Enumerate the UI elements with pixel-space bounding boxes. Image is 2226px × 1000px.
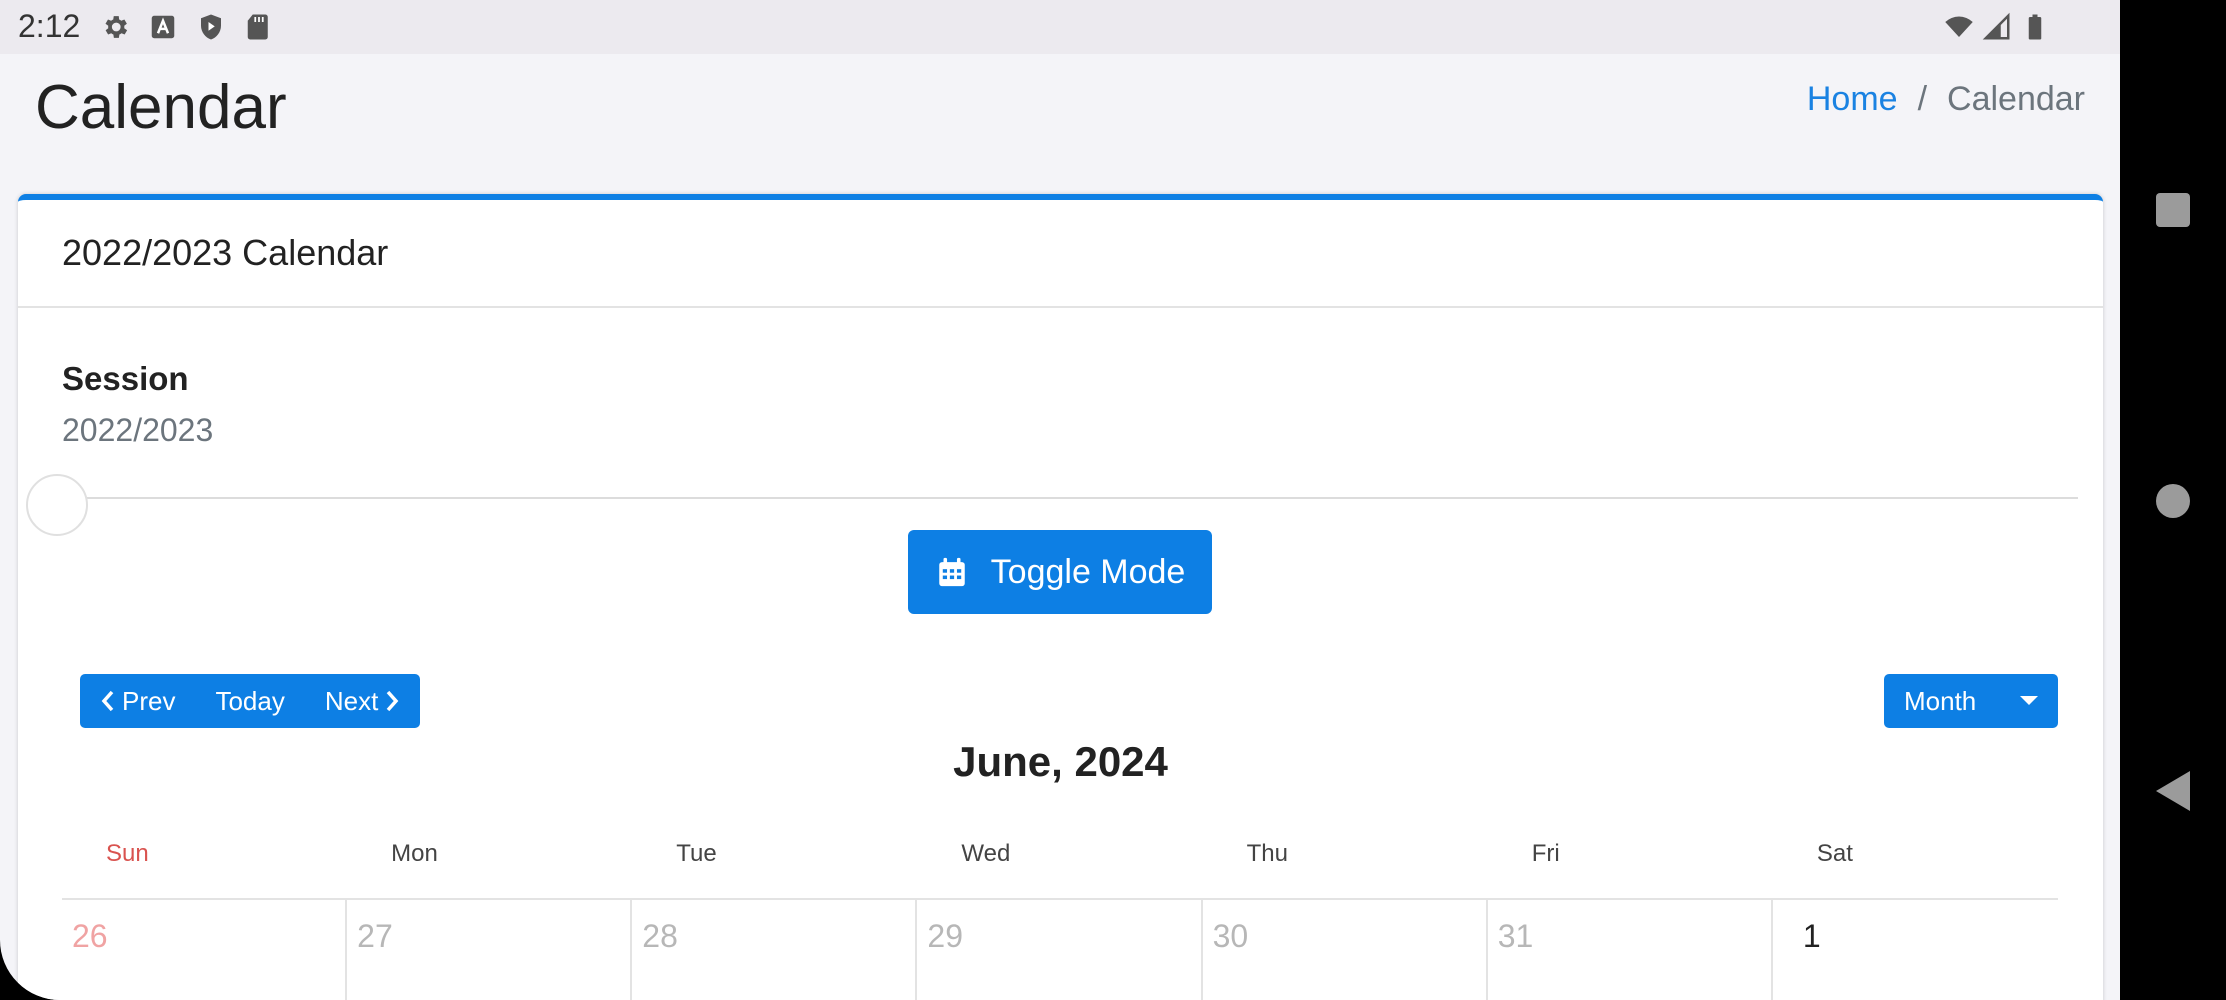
weekday-sat: Sat [1816,840,1853,867]
calendar-week-row: 26 27 28 29 30 31 1 [62,900,2058,1000]
status-right [1944,12,2050,42]
chevron-left-icon [101,690,114,712]
weekday-mon: Mon [391,840,438,867]
prev-button[interactable]: Prev [80,674,195,728]
breadcrumb: Home / Calendar [1807,80,2085,119]
next-label: Next [324,685,379,716]
today-label: Today [215,685,285,716]
settings-icon [105,16,128,38]
card-header: 2022/2023 Calendar [18,200,2103,308]
back-button[interactable] [2156,771,2190,811]
today-button[interactable]: Today [195,674,304,728]
next-button[interactable]: Next [305,674,420,728]
breadcrumb-separator: / [1917,80,1928,118]
view-select-button[interactable]: Month [1884,674,2058,728]
shield-icon [201,14,221,40]
day-cell[interactable]: 1 [1773,900,2058,1000]
status-icons [100,12,274,42]
phone-screen: 2:12 Calendar Home / Calendar 2022/2023 … [0,0,2120,1000]
view-select-label: Month [1904,685,1977,716]
calendar-icon [938,557,965,587]
font-icon [151,15,175,39]
calendar-card: 2022/2023 Calendar Session 2022/2023 Tog… [18,194,2103,1000]
weekday-sun: Sun [106,840,149,867]
toggle-mode-label: Toggle Mode [990,552,1186,591]
day-cell[interactable]: 31 [1488,900,1773,1000]
day-cell[interactable]: 26 [62,900,348,1000]
day-cell[interactable]: 30 [1203,900,1488,1000]
day-cell[interactable]: 29 [917,900,1203,1000]
day-cell[interactable]: 28 [632,900,918,1000]
breadcrumb-home-link[interactable]: Home [1807,80,1898,119]
toggle-mode-button[interactable]: Toggle Mode [908,530,1212,614]
caret-down-icon [2020,696,2038,705]
weekday-header: Sun Mon Tue Wed Thu Fri Sat [62,840,2058,868]
signal-icon [1982,12,2010,40]
wifi-icon [1945,16,1973,37]
slider-track[interactable] [58,497,2078,499]
session-label: Session [62,360,189,397]
sd-card-icon [247,14,268,40]
page-title: Calendar [35,73,287,142]
status-bar: 2:12 [0,0,2120,54]
slider-thumb[interactable] [26,474,88,536]
battery-icon [2028,14,2042,40]
month-title: June, 2024 [953,738,1168,785]
breadcrumb-current: Calendar [1947,80,2085,118]
session-value: 2022/2023 [62,412,214,448]
card-title: 2022/2023 Calendar [62,232,389,273]
weekday-tue: Tue [676,840,717,867]
prev-label: Prev [122,685,176,716]
recents-button[interactable] [2156,193,2190,227]
chevron-right-icon [387,690,399,712]
calendar-nav-group: Prev Today Next [80,674,421,728]
weekday-fri: Fri [1531,840,1560,867]
weekday-thu: Thu [1246,840,1288,867]
system-nav-bar [2120,0,2226,1000]
weekday-wed: Wed [961,840,1011,867]
day-cell[interactable]: 27 [347,900,633,1000]
status-time: 2:12 [18,8,81,44]
home-button[interactable] [2156,484,2190,518]
